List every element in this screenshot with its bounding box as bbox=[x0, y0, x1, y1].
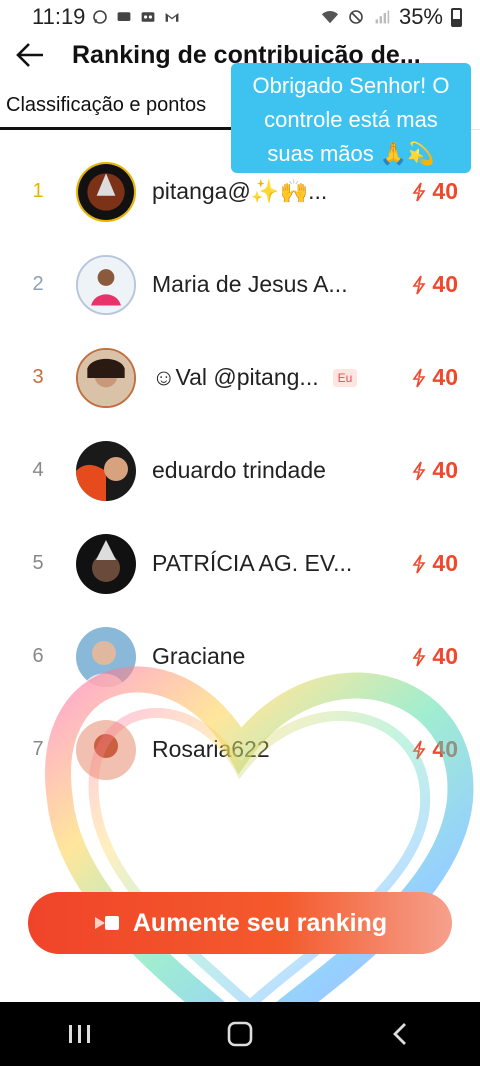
points: 40 bbox=[412, 643, 458, 670]
user-name: Maria de Jesus A... bbox=[152, 271, 348, 297]
points-value: 40 bbox=[432, 643, 458, 669]
user-name: ☺Val @pitang... bbox=[152, 364, 319, 390]
ranking-row[interactable]: 4 eduardo trindade 40 bbox=[0, 424, 480, 517]
rank-number: 6 bbox=[32, 645, 44, 667]
points: 40 bbox=[412, 178, 458, 205]
home-icon bbox=[227, 1021, 253, 1047]
user-name: pitanga@✨🙌... bbox=[152, 178, 328, 204]
points: 40 bbox=[412, 736, 458, 763]
user-name: Rosaria622 bbox=[152, 736, 270, 762]
home-button[interactable] bbox=[200, 1002, 280, 1066]
tab-indicator bbox=[0, 127, 236, 130]
lightning-icon bbox=[412, 275, 426, 294]
rank-number: 4 bbox=[32, 459, 44, 481]
wifi-icon bbox=[321, 11, 339, 24]
points: 40 bbox=[412, 550, 458, 577]
rank-number: 2 bbox=[32, 273, 44, 295]
avatar[interactable] bbox=[76, 719, 136, 780]
user-name: PATRÍCIA AG. EV... bbox=[152, 550, 353, 576]
battery-icon bbox=[451, 7, 462, 27]
user-name: eduardo trindade bbox=[152, 457, 326, 483]
user-name: Graciane bbox=[152, 643, 246, 669]
arrow-left-icon bbox=[16, 43, 43, 67]
points-value: 40 bbox=[432, 178, 458, 204]
points: 40 bbox=[412, 364, 458, 391]
tab-classificacao[interactable]: Classificação e pontos bbox=[0, 80, 236, 130]
lightning-icon bbox=[412, 740, 426, 759]
recents-icon bbox=[69, 1025, 90, 1043]
tab-label: Classificação e pontos bbox=[6, 93, 207, 116]
me-badge: Eu bbox=[332, 368, 358, 387]
system-icons: 35% bbox=[321, 4, 462, 30]
points-value: 40 bbox=[432, 550, 458, 576]
rank-number: 5 bbox=[32, 552, 44, 574]
message-icon bbox=[118, 12, 131, 21]
rank-number: 3 bbox=[32, 366, 44, 388]
points-value: 40 bbox=[432, 271, 458, 297]
ranking-row[interactable]: 7 Rosaria622 40 bbox=[0, 703, 480, 796]
ranking-row[interactable]: 2 Maria de Jesus A... 40 bbox=[0, 238, 480, 331]
status-time: 11:19 bbox=[32, 4, 86, 29]
whatsapp-icon bbox=[93, 10, 108, 24]
avatar[interactable] bbox=[76, 254, 136, 315]
cta-container: Aumente seu ranking bbox=[28, 892, 452, 954]
avatar[interactable] bbox=[76, 440, 136, 501]
rank-number: 1 bbox=[32, 180, 44, 202]
cta-label: Aumente seu ranking bbox=[132, 908, 388, 937]
lightning-icon bbox=[412, 647, 426, 666]
avatar[interactable] bbox=[76, 347, 136, 408]
points: 40 bbox=[412, 271, 458, 298]
avatar[interactable] bbox=[76, 161, 136, 222]
ranking-row[interactable]: 3 ☺Val @pitang... Eu 40 bbox=[0, 331, 480, 424]
lightning-icon bbox=[412, 461, 426, 480]
points: 40 bbox=[412, 457, 458, 484]
system-nav-bar bbox=[0, 1002, 480, 1066]
ranking-row[interactable]: 1 pitanga@✨🙌... 40 bbox=[0, 145, 480, 238]
back-button[interactable] bbox=[0, 34, 60, 76]
ranking-row[interactable]: 5 PATRÍCIA AG. EV... 40 bbox=[0, 517, 480, 610]
rank-number: 7 bbox=[32, 738, 44, 760]
status-bar: 11:19 35% bbox=[0, 0, 480, 34]
system-back-button[interactable] bbox=[360, 1002, 440, 1066]
voicemail-icon bbox=[142, 12, 155, 22]
recents-button[interactable] bbox=[40, 1002, 120, 1066]
avatar[interactable] bbox=[76, 533, 136, 594]
do-not-disturb-icon bbox=[349, 10, 363, 24]
signal-icon bbox=[375, 10, 390, 24]
video-icon bbox=[94, 916, 119, 930]
points-value: 40 bbox=[432, 736, 458, 762]
points-value: 40 bbox=[432, 364, 458, 390]
lightning-icon bbox=[412, 554, 426, 573]
gmail-icon bbox=[166, 13, 179, 22]
back-icon bbox=[393, 1023, 406, 1045]
avatar[interactable] bbox=[76, 626, 136, 687]
notification-icons bbox=[91, 9, 181, 25]
ranking-row[interactable]: 6 Graciane 40 bbox=[0, 610, 480, 703]
lightning-icon bbox=[412, 368, 426, 387]
lightning-icon bbox=[412, 182, 426, 201]
points-value: 40 bbox=[432, 457, 458, 483]
boost-ranking-button[interactable]: Aumente seu ranking bbox=[28, 892, 452, 954]
battery-percent: 35% bbox=[398, 4, 443, 29]
ranking-list: 1 pitanga@✨🙌... 40 2 Maria de Jesus A...… bbox=[0, 145, 480, 796]
